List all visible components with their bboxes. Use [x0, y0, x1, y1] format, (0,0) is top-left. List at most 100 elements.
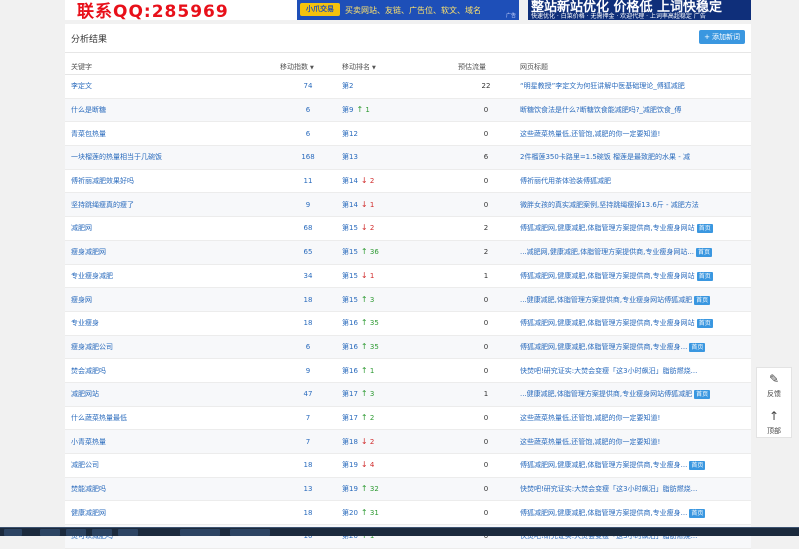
- page-title-link[interactable]: ...健康减肥,体脂管理方案提供商,专业瘦身网站傅狐减肥 首页: [514, 287, 751, 312]
- page-title-link[interactable]: 傅狐减肥网,健康减肥,体脂管理方案提供商,专业瘦身网站 首页: [514, 311, 751, 336]
- page-title-link[interactable]: 这些蔬菜热量低,还管饱,减肥的你一定要知道!: [514, 121, 751, 147]
- arrow-up-green-icon: ↑: [360, 247, 368, 257]
- page-title-link[interactable]: 微胖女孩的真实减肥案例,坚持跳绳瘦掉13.6斤 - 减肥方法: [514, 192, 751, 218]
- mobile-rank-cell[interactable]: 第16 ↑ 35: [336, 311, 452, 336]
- mobile-rank-cell[interactable]: 第15 ↓ 1: [336, 264, 452, 289]
- page-title-link[interactable]: 断糖饮食法是什么?断糖饮食能减肥吗?_减肥饮食_傅: [514, 98, 751, 123]
- mobile-index-link[interactable]: 18: [274, 500, 336, 526]
- mobile-rank-cell[interactable]: 第14 ↓ 2: [336, 169, 452, 194]
- mobile-rank-cell[interactable]: 第17 ↑ 2: [336, 406, 452, 431]
- page-title-link[interactable]: 这些蔬菜热量低,还管饱,减肥的你一定要知道!: [514, 406, 751, 431]
- mobile-rank-cell[interactable]: 第17 ↑ 3: [336, 382, 452, 407]
- mobile-index-link[interactable]: 7: [274, 406, 336, 431]
- keyword-link[interactable]: 瘦身网: [65, 287, 274, 312]
- keyword-link[interactable]: 减肥网: [65, 216, 274, 241]
- estimated-traffic: 1: [452, 264, 514, 289]
- mobile-rank-cell[interactable]: 第12: [336, 121, 452, 147]
- keyword-link[interactable]: 瘦身减肥公司: [65, 335, 274, 360]
- mobile-index-link[interactable]: 74: [274, 74, 336, 99]
- keyword-link[interactable]: 专业瘦身减肥: [65, 264, 274, 289]
- col-mobile-rank[interactable]: 移动排名 ▼: [336, 60, 452, 75]
- keyword-link[interactable]: 减肥网站: [65, 382, 274, 407]
- keyword-link[interactable]: 焚能减肥吗: [65, 477, 274, 502]
- mobile-rank-cell[interactable]: 第18 ↓ 2: [336, 429, 452, 454]
- page-title-link[interactable]: 快焚吧!研究证实:大焚会变瘦「这3小时飙汨」脂肪燃烧...: [514, 477, 751, 502]
- mobile-rank-cell[interactable]: 第19 ↑ 32: [336, 477, 452, 502]
- rank-change: 35: [369, 319, 379, 328]
- mobile-rank-cell[interactable]: 第19 ↓ 4: [336, 453, 452, 478]
- back-to-top-button[interactable]: ↑ 顶部: [756, 405, 792, 438]
- mobile-index-link[interactable]: 34: [274, 264, 336, 289]
- keyword-link[interactable]: 瘦身减肥网: [65, 240, 274, 265]
- mobile-index-link[interactable]: 6: [274, 335, 336, 360]
- mobile-rank-cell[interactable]: 第14 ↓ 1: [336, 192, 452, 218]
- mobile-rank-cell[interactable]: 第15 ↑ 36: [336, 240, 452, 265]
- page-title-link[interactable]: 傅狐减肥网,健康减肥,体脂管理方案提供商,专业瘦身网站 首页: [514, 216, 751, 241]
- mobile-index-link[interactable]: 11: [274, 169, 336, 194]
- feedback-button[interactable]: ✎ 反馈: [756, 367, 792, 407]
- mobile-rank-cell[interactable]: 第15 ↑ 3: [336, 287, 452, 312]
- mobile-index-link[interactable]: 18: [274, 453, 336, 478]
- mobile-index-link[interactable]: 7: [274, 429, 336, 454]
- mobile-rank-cell[interactable]: 第9 ↑ 1: [336, 98, 452, 123]
- mobile-index-link[interactable]: 68: [274, 216, 336, 241]
- mobile-index-link[interactable]: 13: [274, 477, 336, 502]
- keyword-link[interactable]: 专业瘦身: [65, 311, 274, 336]
- page-title-link[interactable]: “明星教授”李定文为何狂讲解中医基础理论_傅狐减肥: [514, 74, 751, 99]
- mobile-rank-cell[interactable]: 第13: [336, 145, 452, 170]
- page-title-link[interactable]: 这些蔬菜热量低,还管饱,减肥的你一定要知道!: [514, 429, 751, 454]
- mobile-rank-cell[interactable]: 第15 ↓ 2: [336, 216, 452, 241]
- mobile-index-link[interactable]: 65: [274, 240, 336, 265]
- page-title-link[interactable]: 傅狐减肥网,健康减肥,体脂管理方案提供商,专业瘦身... 首页: [514, 500, 751, 526]
- keyword-link[interactable]: 青菜包热量: [65, 121, 274, 147]
- page-title-link[interactable]: ...健康减肥,体脂管理方案提供商,专业瘦身网站傅狐减肥 首页: [514, 382, 751, 407]
- page-title-link[interactable]: 傅狐减肥网,健康减肥,体脂管理方案提供商,专业瘦身... 首页: [514, 453, 751, 478]
- keyword-link[interactable]: 减肥公司: [65, 453, 274, 478]
- keyword-link[interactable]: 健康减肥网: [65, 500, 274, 526]
- mobile-index-link[interactable]: 18: [274, 287, 336, 312]
- mobile-rank-cell[interactable]: 第16 ↑ 35: [336, 335, 452, 360]
- mobile-rank-cell[interactable]: 第20 ↑ 31: [336, 500, 452, 526]
- keyword-link[interactable]: 小青菜热量: [65, 429, 274, 454]
- mobile-index-link[interactable]: 18: [274, 311, 336, 336]
- mobile-rank-cell[interactable]: 第2: [336, 74, 452, 99]
- mobile-index-link[interactable]: 6: [274, 121, 336, 147]
- page-title-text: 傅祈丽代用茶体验装傅狐减肥: [520, 177, 611, 186]
- page-title-link[interactable]: 快焚吧!研究证实:大焚会变瘦「这3小时飙汨」脂肪燃烧...: [514, 358, 751, 383]
- table-row: 小青菜热量 7 第18 ↓ 2 0 这些蔬菜热量低,还管饱,减肥的你一定要知道!: [65, 429, 751, 454]
- rank-value: 第18: [342, 437, 358, 446]
- mobile-index-link[interactable]: 9: [274, 192, 336, 218]
- col-mobile-index[interactable]: 移动指数 ▼: [274, 60, 336, 75]
- keyword-link[interactable]: 李定文: [65, 74, 274, 99]
- page-title-link[interactable]: 傅狐减肥网,健康减肥,体脂管理方案提供商,专业瘦身... 首页: [514, 335, 751, 360]
- seo-service-banner[interactable]: 整站新站优化 价格低 上词快稳定 快速优化 · 白菜价格 · 无需押金 · 欢迎…: [528, 0, 751, 20]
- marketplace-banner[interactable]: 小爪交易 买卖网站、友链、广告位、软文、域名 广告: [297, 0, 519, 20]
- table-row: 专业瘦身减肥 34 第15 ↓ 1 1 傅狐减肥网,健康减肥,体脂管理方案提供商,专业瘦身…: [65, 264, 751, 289]
- add-keyword-button[interactable]: + 添加新词: [699, 30, 745, 44]
- page-title-link[interactable]: ...减肥网,健康减肥,体脂管理方案提供商,专业瘦身网站... 首页: [514, 240, 751, 265]
- mobile-index-link[interactable]: 6: [274, 98, 336, 123]
- table-row: 焚能减肥吗 13 第19 ↑ 32 0 快焚吧!研究证实:大焚会变瘦「这3小时飙汨」脂肪燃…: [65, 477, 751, 502]
- keyword-link[interactable]: 一块榴莲的热量相当于几碗饭: [65, 145, 274, 170]
- page-title-link[interactable]: 傅祈丽代用茶体验装傅狐减肥: [514, 169, 751, 194]
- keyword-link[interactable]: 什么蔬菜热量最低: [65, 406, 274, 431]
- page-title-link[interactable]: 傅狐减肥网,健康减肥,体脂管理方案提供商,专业瘦身网站 首页: [514, 264, 751, 289]
- page-title-link[interactable]: 2件榴莲350卡路里=1.5碗饭 榴莲是最致肥的水果 - 减: [514, 145, 751, 170]
- keyword-link[interactable]: 傅祈丽减肥效果好吗: [65, 169, 274, 194]
- keyword-link[interactable]: 什么是断糖: [65, 98, 274, 123]
- analysis-panel: 分析结果 + 添加新词 关键字 移动指数 ▼ 移动排名 ▼ 预估流量 网页标题 李定文…: [65, 24, 751, 549]
- estimated-traffic: 0: [452, 358, 514, 383]
- table-row: 李定文 74 第2 22 “明星教授”李定文为何狂讲解中医基础理论_傅狐减肥: [65, 74, 751, 99]
- mobile-index-link[interactable]: 168: [274, 145, 336, 170]
- rank-change: 1: [369, 271, 375, 280]
- mobile-index-link[interactable]: 47: [274, 382, 336, 407]
- mobile-index-link[interactable]: 9: [274, 358, 336, 383]
- mobile-rank-cell[interactable]: 第16 ↑ 1: [336, 358, 452, 383]
- rank-value: 第19: [342, 485, 358, 494]
- qq-contact-banner[interactable]: 联系QQ:285969: [65, 0, 299, 20]
- estimated-traffic: 0: [452, 453, 514, 478]
- rank-value: 第17: [342, 413, 358, 422]
- keyword-link[interactable]: 焚会减肥吗: [65, 358, 274, 383]
- home-tag: 首页: [694, 390, 711, 400]
- keyword-link[interactable]: 坚持跳绳瘦真的瘦了: [65, 192, 274, 218]
